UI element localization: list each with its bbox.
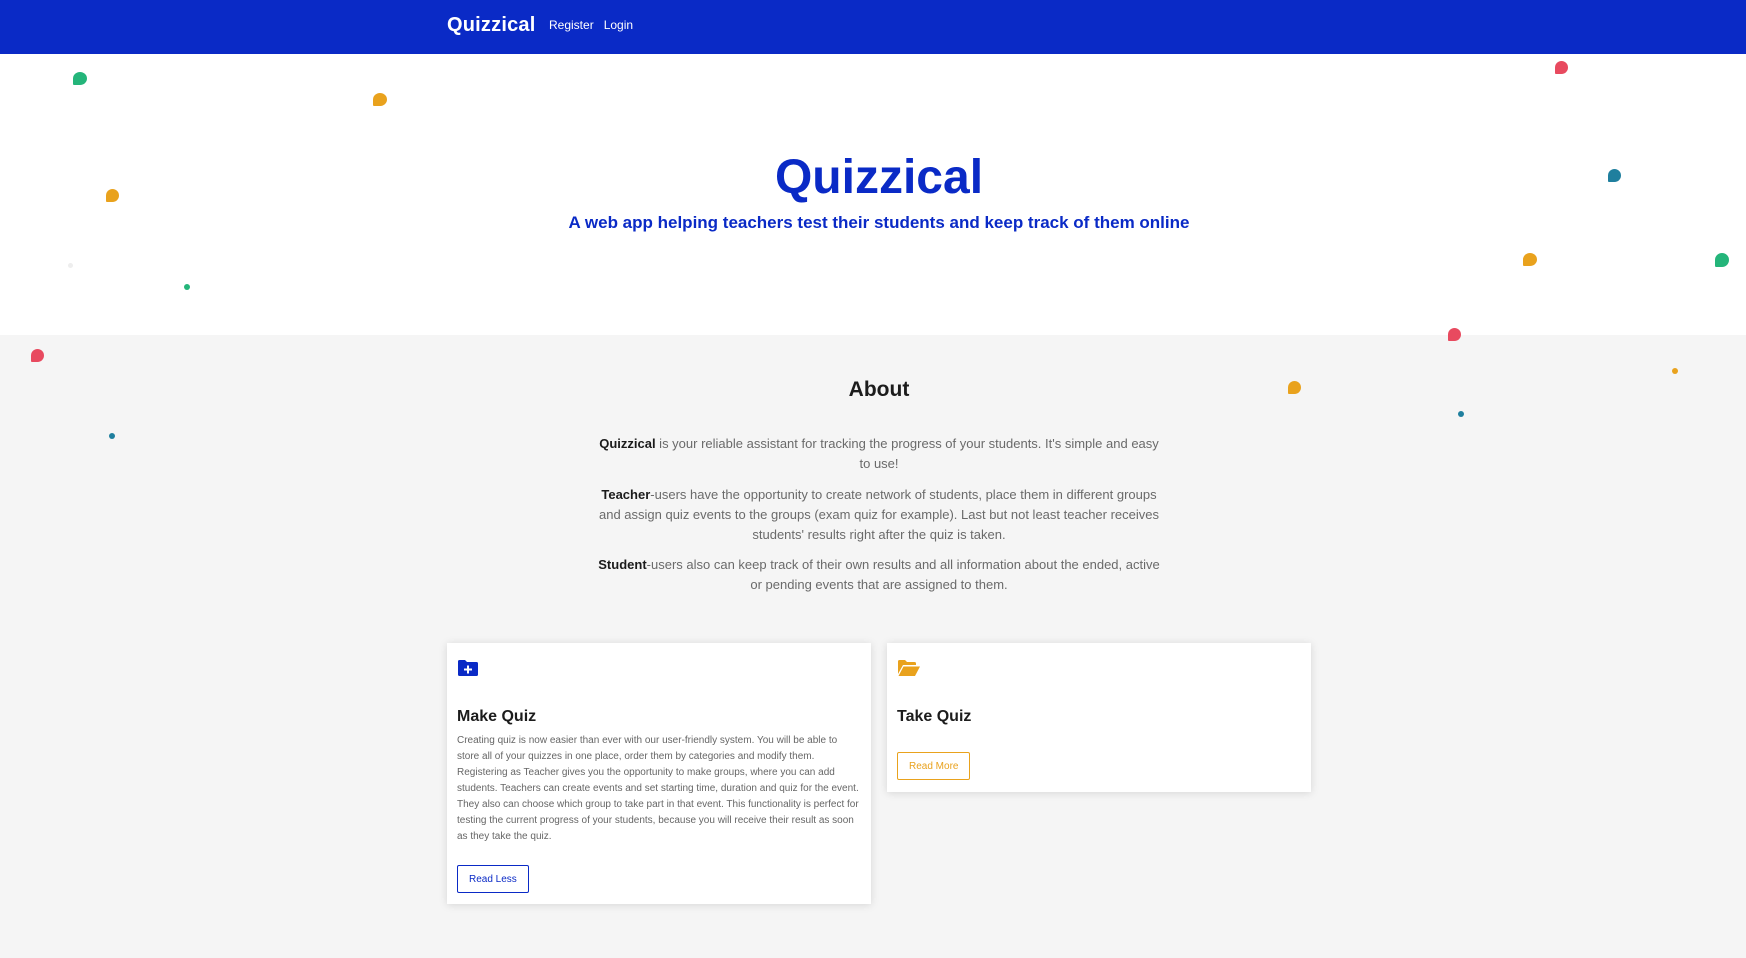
register-link[interactable]: Register <box>549 18 594 33</box>
navbar: Quizzical Register Login <box>0 0 1746 54</box>
confetti-dot <box>1715 253 1729 267</box>
hero-subtitle: A web app helping teachers test their st… <box>568 213 1190 232</box>
confetti-dot <box>31 349 44 362</box>
confetti-dot <box>184 284 190 290</box>
confetti-dot <box>73 72 87 85</box>
confetti-dot <box>68 263 73 268</box>
confetti-dot <box>106 189 119 202</box>
hero-title: Quizzical <box>774 151 984 204</box>
make-quiz-title: Make Quiz <box>457 708 537 725</box>
confetti-dot <box>373 93 387 106</box>
login-link[interactable]: Login <box>604 18 633 33</box>
about-paragraph-text: -users also can keep track of their own … <box>646 557 1160 592</box>
about-paragraph: Teacher-users have the opportunity to cr… <box>598 485 1160 545</box>
hero-section: Quizzical A web app helping teachers tes… <box>0 54 1746 335</box>
read-more-button[interactable]: Read More <box>897 752 971 780</box>
confetti-dot <box>109 433 115 439</box>
about-paragraph-text: is your reliable assistant for tracking … <box>655 436 1159 471</box>
brand-link[interactable]: Quizzical <box>447 13 536 37</box>
confetti-dot <box>1672 368 1678 374</box>
about-paragraph: Student-users also can keep track of the… <box>598 555 1160 595</box>
about-paragraph-keyword: Teacher <box>601 487 651 502</box>
confetti-dot <box>1448 328 1461 341</box>
make-quiz-description: Creating quiz is now easier than ever wi… <box>457 735 859 842</box>
about-title: About <box>848 378 910 401</box>
take-quiz-title: Take Quiz <box>897 708 972 725</box>
make-quiz-card: Make Quiz Creating quiz is now easier th… <box>447 643 871 904</box>
confetti-dot <box>1288 381 1301 394</box>
about-paragraph-keyword: Quizzical <box>599 436 656 451</box>
about-paragraph-keyword: Student <box>598 557 647 572</box>
about-paragraph: Quizzical is your reliable assistant for… <box>598 434 1160 474</box>
confetti-dot <box>1458 411 1464 417</box>
read-less-button[interactable]: Read Less <box>457 865 529 893</box>
folder-open-icon <box>897 659 921 679</box>
about-section: About Quizzical is your reliable assista… <box>0 335 1746 958</box>
folder-plus-icon <box>457 659 481 679</box>
take-quiz-card: Take Quiz Read More <box>887 643 1311 792</box>
confetti-dot <box>1523 253 1537 266</box>
confetti-dot <box>1608 169 1621 182</box>
nav-links: Register Login <box>549 18 633 33</box>
confetti-dot <box>1555 61 1568 74</box>
about-paragraph-text: -users have the opportunity to create ne… <box>598 487 1160 542</box>
